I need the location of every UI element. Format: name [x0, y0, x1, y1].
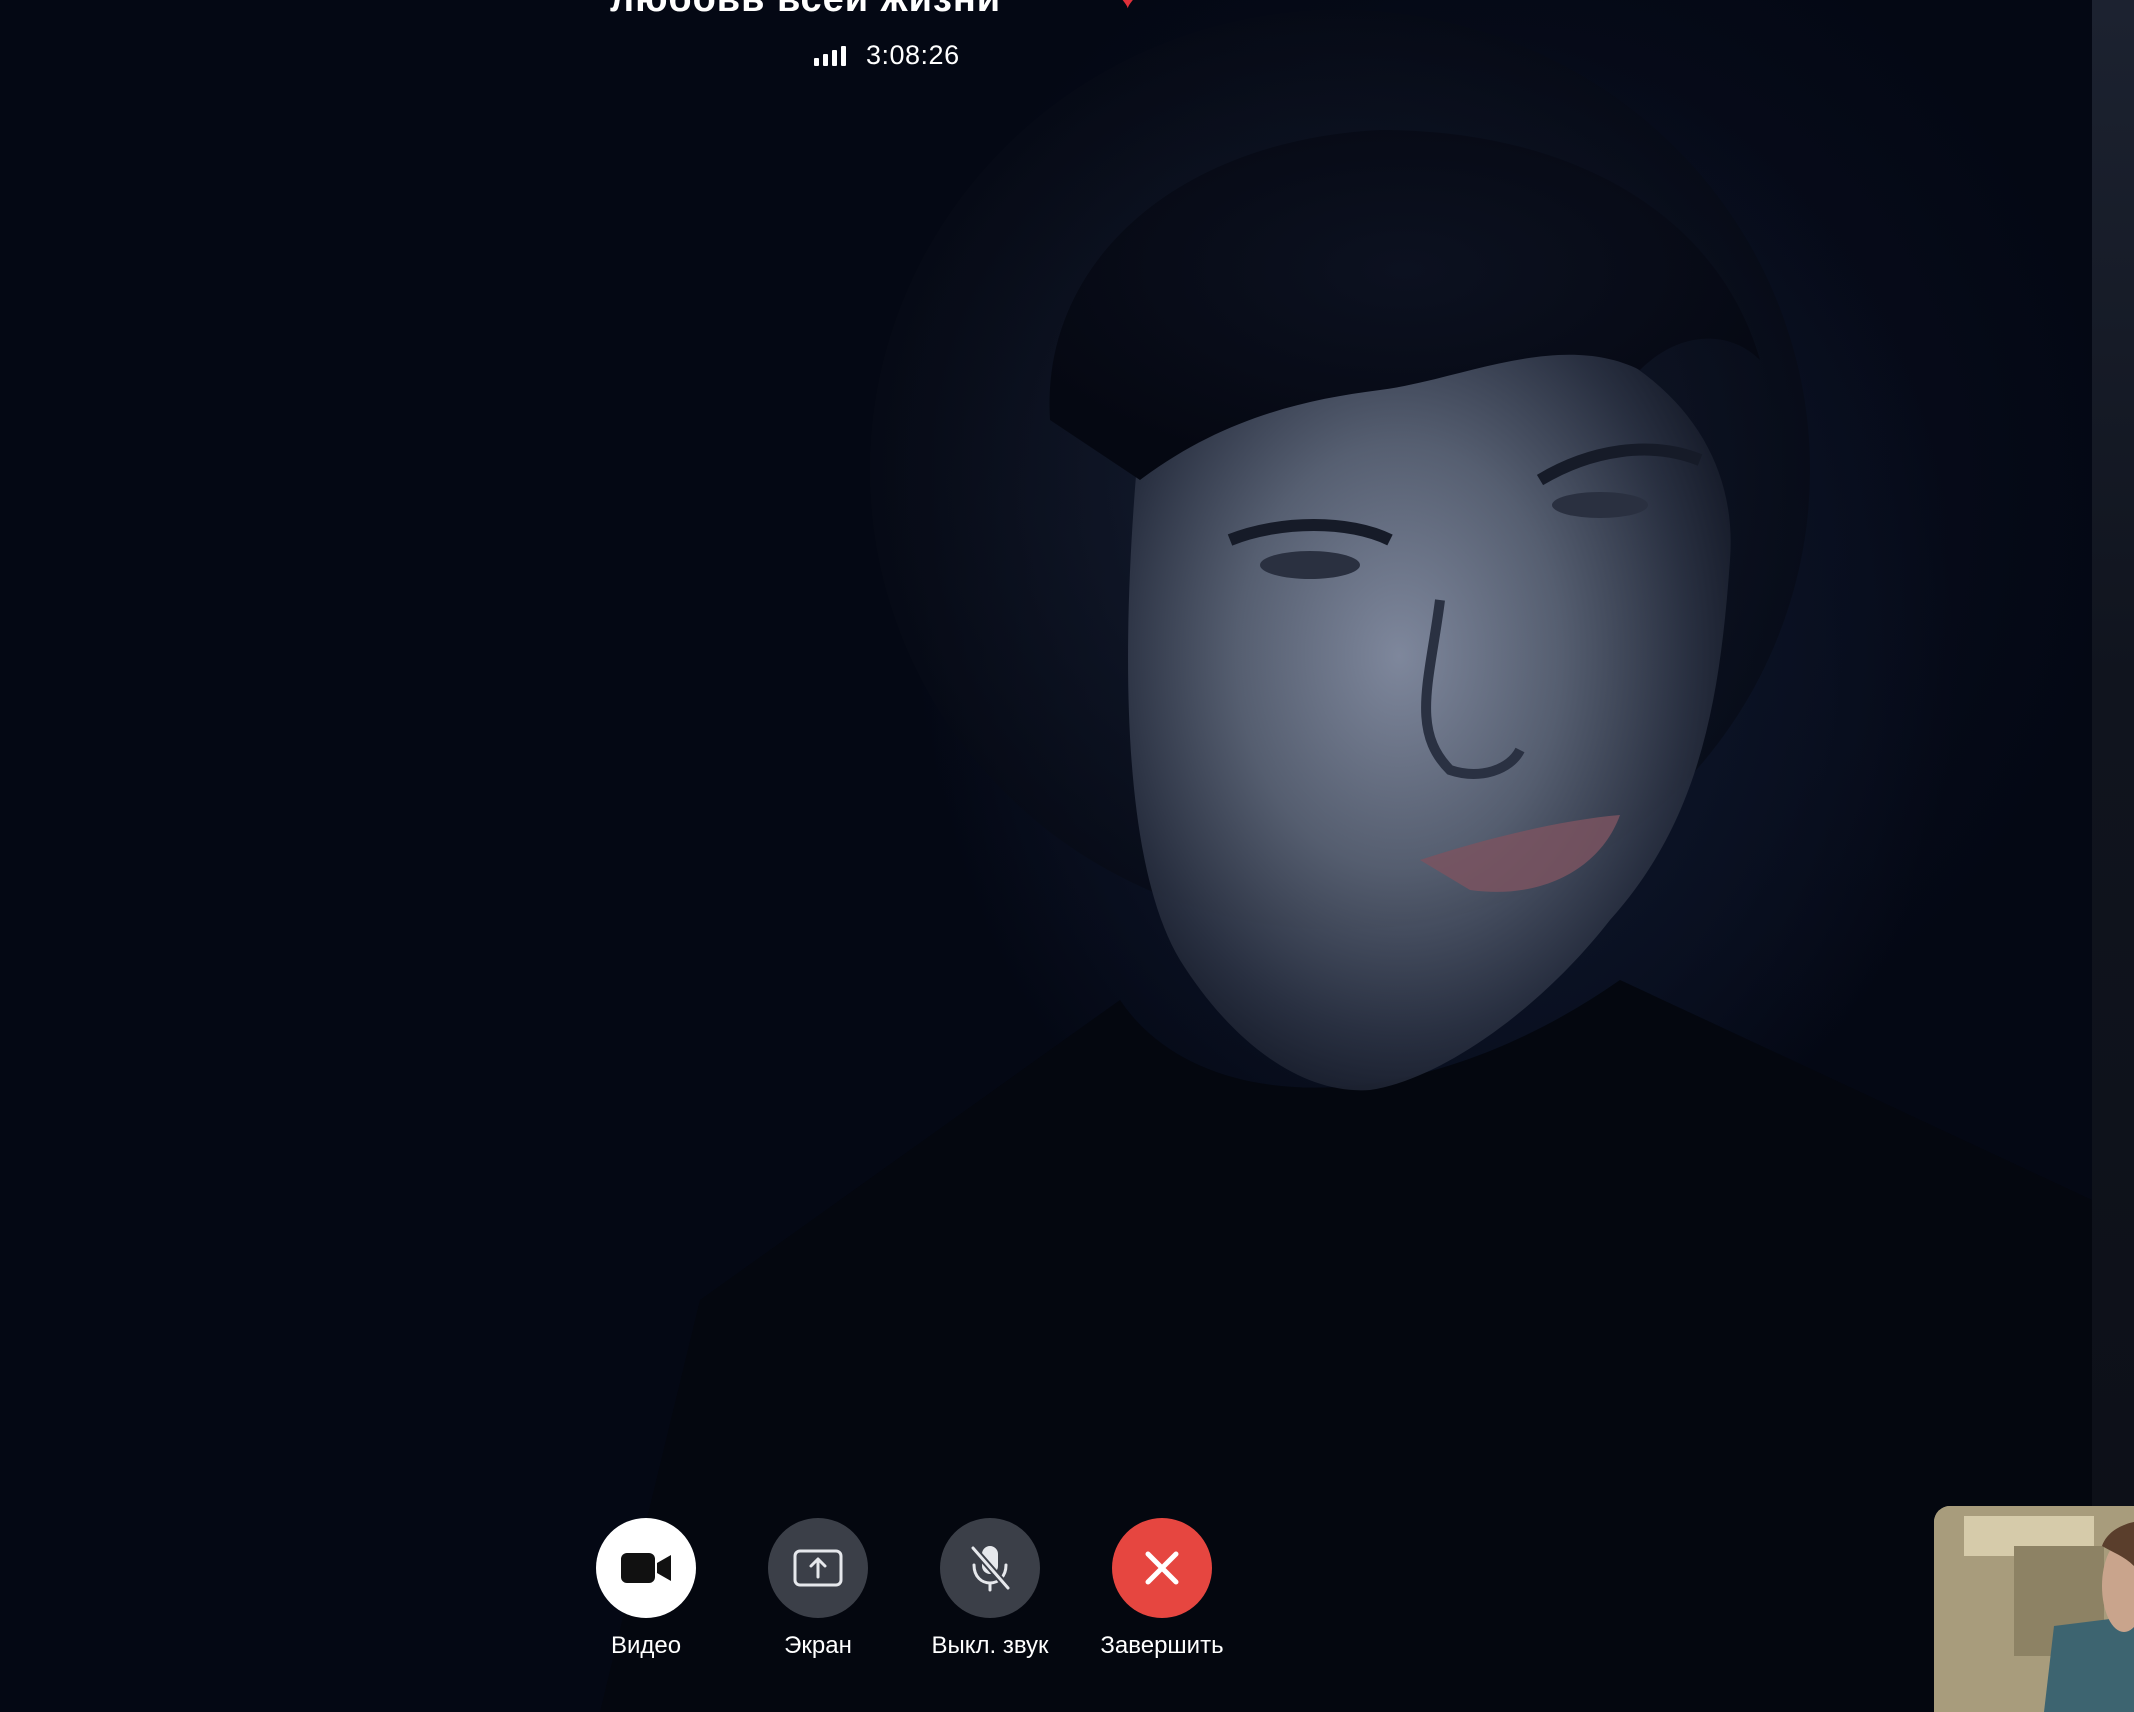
- screen-share-icon: [793, 1549, 843, 1587]
- window-edge: [2092, 0, 2134, 1712]
- call-title: любовь всей жизни: [610, 0, 1001, 21]
- screen-share-button[interactable]: Экран: [732, 1518, 904, 1660]
- heart-icon: ♥: [1120, 0, 1142, 12]
- signal-strength-icon: [814, 44, 846, 66]
- remote-video: [0, 0, 2092, 1712]
- mute-button-circle[interactable]: [940, 1518, 1040, 1618]
- call-window: любовь всей жизни ♥ 3:08:26 Видео: [0, 0, 2134, 1712]
- video-button-circle[interactable]: [596, 1518, 696, 1618]
- mic-off-icon: [969, 1544, 1012, 1592]
- end-call-button[interactable]: Завершить: [1076, 1518, 1248, 1660]
- call-status: 3:08:26: [814, 40, 960, 70]
- call-timer: 3:08:26: [866, 39, 960, 70]
- call-controls: Видео Экран Выкл. звук Завершить: [560, 1518, 1248, 1660]
- mute-button[interactable]: Выкл. звук: [904, 1518, 1076, 1660]
- video-button[interactable]: Видео: [560, 1518, 732, 1660]
- video-camera-icon: [621, 1553, 671, 1583]
- end-call-button-circle[interactable]: [1112, 1518, 1212, 1618]
- screen-share-button-circle[interactable]: [768, 1518, 868, 1618]
- close-icon: [1145, 1551, 1179, 1585]
- remote-person-image: [600, 10, 2092, 1712]
- mute-button-label: Выкл. звук: [931, 1632, 1049, 1659]
- video-button-label: Видео: [610, 1632, 682, 1659]
- screen-share-button-label: Экран: [784, 1632, 852, 1659]
- end-call-button-label: Завершить: [1100, 1632, 1224, 1659]
- self-video-image: [1934, 1506, 2134, 1712]
- self-video-preview[interactable]: [1934, 1506, 2134, 1712]
